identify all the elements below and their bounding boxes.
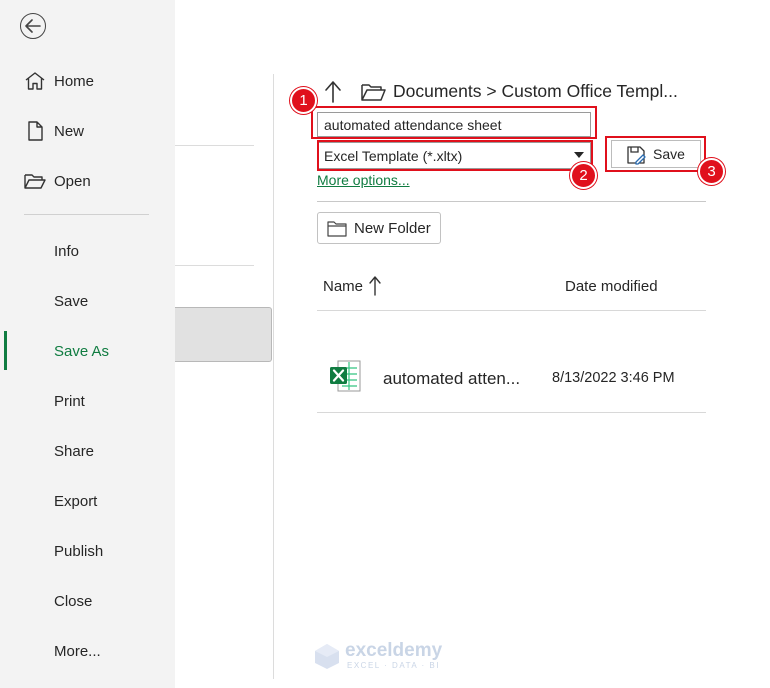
step-badge-2: 2 [570, 162, 597, 189]
watermark-name: exceldemy [345, 640, 443, 661]
nav-item-label: Export [54, 492, 98, 510]
new-folder-label: New Folder [354, 220, 431, 237]
sort-ascending-icon[interactable] [369, 276, 381, 296]
nav-item-print[interactable]: Print [0, 381, 175, 421]
highlight-save [605, 136, 706, 172]
file-list-item[interactable]: automated atten... 8/13/2022 3:46 PM [317, 345, 706, 411]
nav-item-new[interactable]: New [0, 111, 175, 151]
back-button[interactable] [20, 13, 46, 39]
backstage-nav: Home New Open Info Save Save As Print Sh… [0, 0, 175, 688]
nav-item-label: Print [54, 392, 85, 410]
nav-item-info[interactable]: Info [0, 231, 175, 271]
nav-item-open[interactable]: Open [0, 161, 175, 201]
nav-item-close[interactable]: Close [0, 581, 175, 621]
nav-item-export[interactable]: Export [0, 481, 175, 521]
column-header-date[interactable]: Date modified [565, 278, 658, 295]
nav-item-label: Publish [54, 542, 104, 560]
breadcrumb[interactable]: Documents > Custom Office Templ... [393, 81, 678, 102]
new-folder-icon [327, 221, 347, 237]
nav-item-share[interactable]: Share [0, 431, 175, 471]
watermark: exceldemy EXCEL · DATA · BI [313, 640, 473, 674]
step-badge-1: 1 [290, 87, 317, 114]
nav-item-home[interactable]: Home [0, 61, 175, 101]
highlight-filetype [317, 140, 593, 171]
section-divider [317, 201, 706, 202]
location-divider [175, 265, 254, 266]
highlight-filename [311, 106, 597, 139]
location-item-selected[interactable] [175, 307, 272, 362]
nav-item-label: Info [54, 242, 80, 260]
file-name: automated atten... [383, 369, 521, 388]
folder-icon [361, 84, 386, 101]
new-folder-button[interactable]: New Folder [317, 212, 441, 244]
home-icon [25, 72, 45, 90]
step-badge-3: 3 [698, 158, 725, 185]
nav-item-label: New [54, 122, 85, 140]
nav-item-save[interactable]: Save [0, 281, 175, 321]
nav-item-label: Save [54, 292, 89, 310]
nav-item-publish[interactable]: Publish [0, 531, 175, 571]
column-header-name[interactable]: Name [323, 278, 363, 295]
nav-divider [24, 214, 149, 215]
open-folder-icon [24, 174, 46, 189]
nav-item-label: Close [54, 592, 93, 610]
active-indicator [4, 331, 7, 370]
back-arrow-icon [25, 19, 41, 33]
excel-file-icon [330, 360, 361, 392]
exceldemy-logo-icon [315, 644, 339, 669]
pane-divider [273, 74, 274, 679]
nav-item-label: Share [54, 442, 95, 460]
file-date: 8/13/2022 3:46 PM [552, 370, 675, 386]
nav-item-label: More... [54, 642, 101, 660]
watermark-tagline: EXCEL · DATA · BI [347, 661, 440, 670]
nav-item-label: Open [54, 172, 91, 190]
nav-item-label: Save As [54, 342, 110, 360]
row-divider [317, 412, 706, 413]
more-options-link[interactable]: More options... [317, 172, 410, 188]
nav-item-save-as[interactable]: Save As [0, 331, 175, 371]
header-divider [317, 310, 706, 311]
nav-item-more[interactable]: More... [0, 631, 175, 671]
nav-item-label: Home [54, 72, 95, 90]
location-divider [175, 145, 254, 146]
new-document-icon [28, 121, 43, 141]
up-arrow-icon[interactable] [322, 80, 344, 104]
